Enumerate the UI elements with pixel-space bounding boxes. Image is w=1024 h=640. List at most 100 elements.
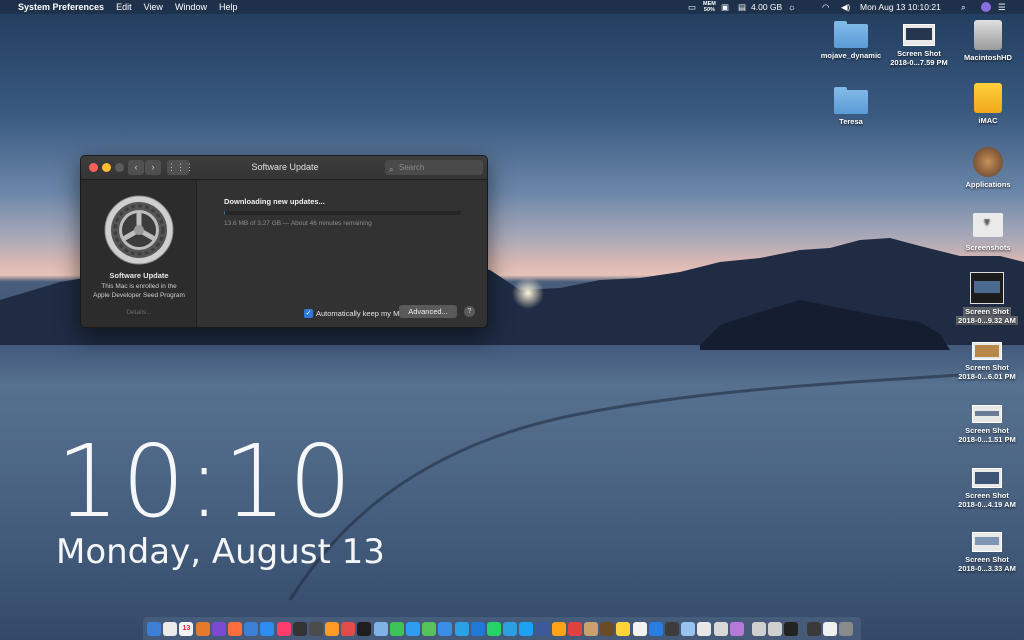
dock-app-icon[interactable] — [822, 621, 837, 636]
desktop-screenshot-3[interactable]: Screen Shot 2018-0...6.01 PM — [953, 342, 1021, 381]
menu-edit[interactable]: Edit — [116, 2, 132, 12]
dock-app-icon[interactable] — [276, 621, 291, 636]
siri-icon[interactable] — [981, 2, 991, 12]
wifi-icon[interactable]: ◠ — [822, 0, 829, 14]
menu-help[interactable]: Help — [219, 2, 238, 12]
desktop-folder-mojave[interactable]: mojave_dynamic — [815, 21, 887, 60]
dock-app-icon[interactable] — [292, 621, 307, 636]
sidebar-panel: Software Update This Mac is enrolled in … — [81, 180, 197, 327]
dock-app-icon[interactable] — [503, 621, 518, 636]
desktop-screenshot-6[interactable]: Screen Shot 2018-0...3.33 AM — [953, 532, 1021, 573]
item-label: MacintoshHD — [964, 53, 1012, 62]
dock-app-icon[interactable] — [729, 621, 744, 636]
dock-app-icon[interactable] — [600, 621, 615, 636]
dock-app-icon[interactable] — [681, 621, 696, 636]
dock-app-icon[interactable] — [147, 621, 161, 636]
menu-app-name[interactable]: System Preferences — [18, 2, 104, 12]
window-titlebar[interactable]: ‹ › ⋮⋮⋮ Software Update ⌕ Search — [81, 156, 487, 180]
advanced-button[interactable]: Advanced... — [399, 305, 457, 318]
desktop-screenshot-2[interactable]: Screen Shot 2018-0...9.32 AM — [953, 272, 1021, 325]
dock-app-icon[interactable] — [341, 621, 356, 636]
dock-app-icon[interactable] — [325, 621, 340, 636]
dock-app-icon[interactable] — [567, 621, 582, 636]
dock-app-icon[interactable] — [438, 621, 453, 636]
dock-app-icon[interactable] — [227, 621, 242, 636]
details-link[interactable]: Details... — [81, 309, 197, 316]
dock-app-icon[interactable] — [535, 621, 550, 636]
dock-app-icon[interactable] — [768, 621, 783, 636]
dock-app-icon[interactable] — [260, 621, 275, 636]
dock-app-icon[interactable] — [357, 621, 372, 636]
dock-app-icon[interactable] — [519, 621, 534, 636]
dock-app-icon[interactable] — [751, 621, 766, 636]
desktop-folder-screenshots[interactable]: ▼ Screenshots — [955, 213, 1021, 252]
dock-app-icon[interactable] — [665, 621, 679, 636]
notification-center-icon[interactable]: ☰ — [998, 0, 1006, 14]
dock-app-icon[interactable] — [454, 621, 469, 636]
auto-update-checkbox[interactable]: ✓ — [304, 309, 313, 318]
dock-app-icon[interactable] — [784, 621, 799, 636]
menu-window[interactable]: Window — [175, 2, 207, 12]
dock: 13 — [143, 617, 861, 640]
display-icon[interactable]: ▭ — [688, 0, 696, 14]
brightness-icon[interactable]: ☼ — [788, 0, 796, 14]
desktop-screenshot-1[interactable]: Screen Shot 2018-0...7.59 PM — [885, 24, 953, 67]
item-sublabel: 2018-0...1.51 PM — [958, 435, 1016, 444]
dock-app-icon[interactable] — [163, 621, 178, 636]
item-sublabel: 2018-0...6.01 PM — [958, 372, 1016, 381]
progress-text: 13.6 MB of 3.27 GB — About 46 minutes re… — [224, 220, 372, 227]
dock-app-icon[interactable] — [713, 621, 728, 636]
dock-app-icon[interactable] — [470, 621, 485, 636]
desktop-screenshot-4[interactable]: Screen Shot 2018-0...1.51 PM — [953, 405, 1021, 444]
desktop-applications[interactable]: Applications — [955, 147, 1021, 189]
hard-drive-icon — [974, 20, 1002, 50]
storage-status[interactable]: 4.00 GB — [751, 0, 782, 14]
desktop-drive-macintoshhd[interactable]: MacintoshHD — [955, 20, 1021, 62]
memory-status[interactable]: MEM 50% — [703, 1, 716, 13]
item-sublabel: 2018-0...3.33 AM — [958, 564, 1016, 573]
help-button[interactable]: ? — [464, 306, 475, 317]
dock-app-icon[interactable] — [389, 621, 404, 636]
screenshot-thumbnail-icon — [972, 468, 1002, 488]
dock-app-icon[interactable] — [244, 621, 259, 636]
desktop-drive-imac[interactable]: iMAC — [955, 83, 1021, 125]
storage-icon[interactable]: ▤ — [738, 0, 746, 14]
dock-app-icon[interactable] — [806, 621, 821, 636]
item-sublabel: 2018-0...9.32 AM — [956, 316, 1018, 325]
software-update-window: ‹ › ⋮⋮⋮ Software Update ⌕ Search Softwar… — [80, 155, 488, 328]
desktop-folder-teresa[interactable]: Teresa — [815, 87, 887, 126]
calendar-dock-icon[interactable]: 13 — [179, 621, 194, 636]
sidebar-title: Software Update — [109, 271, 169, 280]
dock-app-icon[interactable] — [406, 621, 420, 636]
clock-menu[interactable]: Mon Aug 13 10:10:21 — [860, 0, 941, 14]
dock-app-icon[interactable] — [648, 621, 663, 636]
item-sublabel: 2018-0...4.19 AM — [958, 500, 1016, 509]
item-label: Screen Shot — [965, 491, 1009, 500]
gear-icon — [104, 195, 174, 265]
dock-app-icon[interactable] — [551, 621, 566, 636]
screenshot-thumbnail-icon — [970, 272, 1004, 304]
item-sublabel: 2018-0...7.59 PM — [890, 58, 948, 67]
dock-app-icon[interactable] — [211, 621, 226, 636]
item-label: iMAC — [978, 116, 998, 125]
search-field[interactable]: ⌕ Search — [385, 160, 483, 175]
search-icon: ⌕ — [389, 165, 394, 174]
dock-app-icon[interactable] — [616, 621, 631, 636]
dock-app-icon[interactable] — [486, 621, 501, 636]
dock-app-icon[interactable] — [373, 621, 388, 636]
item-label: Applications — [965, 180, 1011, 189]
dock-app-icon[interactable] — [632, 621, 647, 636]
desktop-screenshot-5[interactable]: Screen Shot 2018-0...4.19 AM — [953, 468, 1021, 509]
volume-icon[interactable]: ◀) — [841, 0, 850, 14]
folder-icon — [834, 21, 868, 48]
dock-app-icon[interactable] — [584, 621, 599, 636]
item-label: Screen Shot — [965, 363, 1009, 372]
menu-view[interactable]: View — [144, 2, 163, 12]
dock-app-icon[interactable] — [308, 621, 323, 636]
spotlight-icon[interactable]: ⌕ — [961, 0, 966, 14]
chip-icon[interactable]: ▣ — [721, 0, 729, 14]
dock-app-icon[interactable] — [422, 621, 437, 636]
dock-app-icon[interactable] — [195, 621, 210, 636]
dock-app-icon[interactable] — [838, 621, 853, 636]
dock-app-icon[interactable] — [697, 621, 712, 636]
